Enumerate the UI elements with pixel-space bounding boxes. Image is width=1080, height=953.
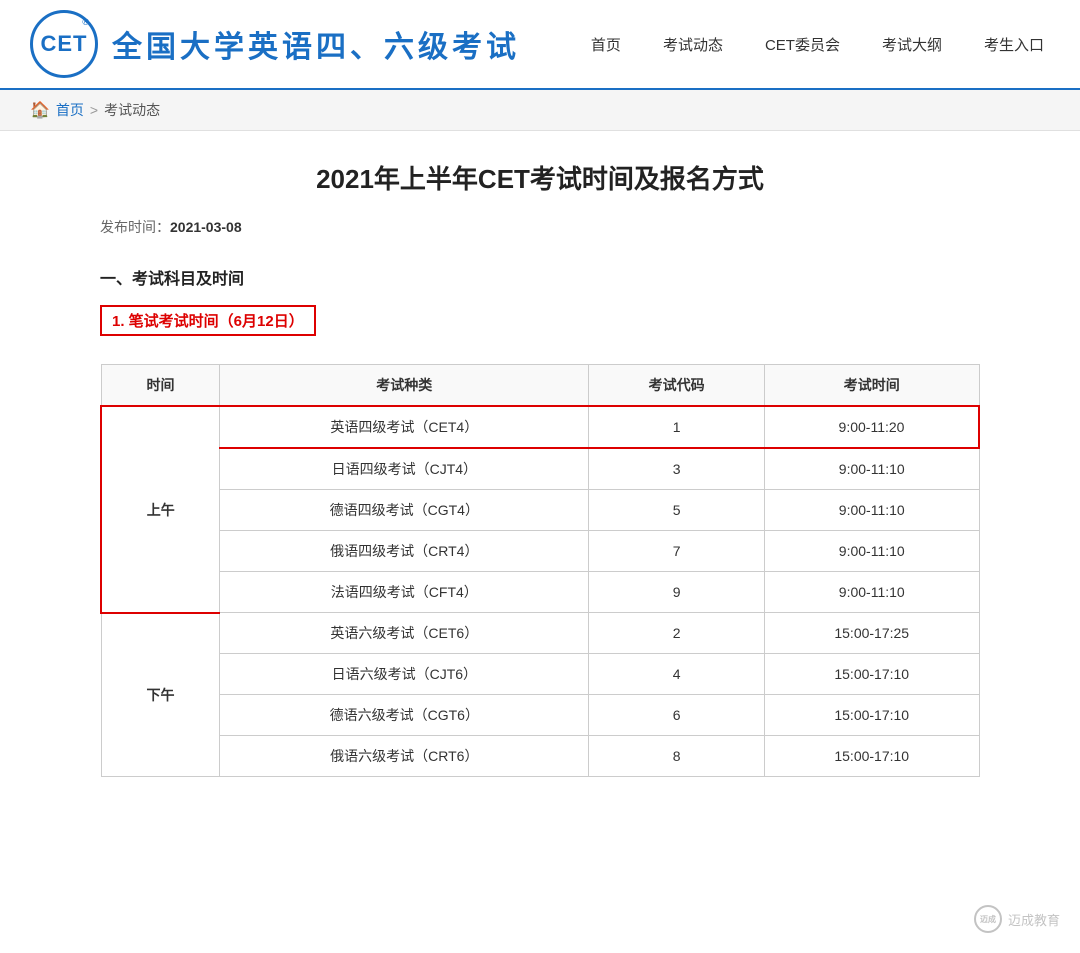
col-type: 考试种类: [220, 365, 589, 407]
table-row: 日语六级考试（CJT6）415:00-17:10: [101, 654, 979, 695]
subsection1-label: 1. 笔试考试时间（6月12日）: [100, 305, 316, 336]
exam-code-cell: 4: [589, 654, 765, 695]
exam-code-cell: 6: [589, 695, 765, 736]
exam-time-cell: 9:00-11:10: [764, 490, 979, 531]
publish-info: 发布时间：2021-03-08: [100, 217, 980, 237]
exam-time-cell: 9:00-11:10: [764, 531, 979, 572]
breadcrumb-home-link[interactable]: 首页: [56, 100, 84, 120]
exam-time-cell: 9:00-11:20: [764, 406, 979, 448]
col-time: 考试时间: [764, 365, 979, 407]
exam-time-cell: 15:00-17:10: [764, 654, 979, 695]
watermark-logo: 迈成: [974, 905, 1002, 933]
exam-code-cell: 8: [589, 736, 765, 777]
exam-type-cell: 日语六级考试（CJT6）: [220, 654, 589, 695]
nav-syllabus[interactable]: 考试大纲: [876, 30, 948, 59]
main-nav: 首页 考试动态 CET委员会 考试大纲 考生入口: [585, 30, 1050, 59]
site-header: ® CET 全国大学英语四、六级考试 首页 考试动态 CET委员会 考试大纲 考…: [0, 0, 1080, 90]
exam-code-cell: 9: [589, 572, 765, 613]
exam-time-cell: 9:00-11:10: [764, 448, 979, 490]
table-row: 德语六级考试（CGT6）615:00-17:10: [101, 695, 979, 736]
table-row: 上午英语四级考试（CET4）19:00-11:20: [101, 406, 979, 448]
exam-code-cell: 5: [589, 490, 765, 531]
exam-code-cell: 3: [589, 448, 765, 490]
table-row: 下午英语六级考试（CET6）215:00-17:25: [101, 613, 979, 654]
exam-time-cell: 15:00-17:10: [764, 736, 979, 777]
exam-code-cell: 2: [589, 613, 765, 654]
col-code: 考试代码: [589, 365, 765, 407]
exam-type-cell: 德语六级考试（CGT6）: [220, 695, 589, 736]
home-icon: 🏠: [30, 100, 50, 120]
watermark-text: 迈成教育: [1008, 910, 1060, 929]
section1-title: 一、考试科目及时间: [100, 265, 980, 289]
exam-type-cell: 法语四级考试（CFT4）: [220, 572, 589, 613]
exam-time-cell: 15:00-17:10: [764, 695, 979, 736]
nav-home[interactable]: 首页: [585, 30, 627, 59]
main-content: 2021年上半年CET考试时间及报名方式 发布时间：2021-03-08 一、考…: [60, 131, 1020, 827]
exam-table: 时间 考试种类 考试代码 考试时间 上午英语四级考试（CET4）19:00-11…: [100, 364, 980, 777]
publish-date: 2021-03-08: [170, 219, 242, 235]
table-header-row: 时间 考试种类 考试代码 考试时间: [101, 365, 979, 407]
breadcrumb-current: 考试动态: [104, 100, 160, 120]
table-row: 法语四级考试（CFT4）99:00-11:10: [101, 572, 979, 613]
col-period: 时间: [101, 365, 220, 407]
nav-cet-committee[interactable]: CET委员会: [759, 30, 846, 59]
table-row: 德语四级考试（CGT4）59:00-11:10: [101, 490, 979, 531]
exam-type-cell: 英语四级考试（CET4）: [220, 406, 589, 448]
nav-examinee[interactable]: 考生入口: [978, 30, 1050, 59]
period-cell-afternoon: 下午: [101, 613, 220, 777]
exam-type-cell: 俄语四级考试（CRT4）: [220, 531, 589, 572]
exam-time-cell: 15:00-17:25: [764, 613, 979, 654]
exam-type-cell: 日语四级考试（CJT4）: [220, 448, 589, 490]
article-title: 2021年上半年CET考试时间及报名方式: [100, 161, 980, 197]
nav-exam-news[interactable]: 考试动态: [657, 30, 729, 59]
publish-label: 发布时间：: [100, 219, 170, 235]
table-row: 日语四级考试（CJT4）39:00-11:10: [101, 448, 979, 490]
site-title: 全国大学英语四、六级考试: [112, 22, 520, 66]
breadcrumb: 🏠 首页 > 考试动态: [0, 90, 1080, 131]
logo-cet-text: CET: [41, 31, 88, 57]
logo-circle: ® CET: [30, 10, 98, 78]
exam-code-cell: 1: [589, 406, 765, 448]
exam-time-cell: 9:00-11:10: [764, 572, 979, 613]
exam-type-cell: 英语六级考试（CET6）: [220, 613, 589, 654]
period-cell-morning: 上午: [101, 406, 220, 613]
exam-type-cell: 俄语六级考试（CRT6）: [220, 736, 589, 777]
exam-code-cell: 7: [589, 531, 765, 572]
watermark: 迈成 迈成教育: [974, 905, 1060, 933]
breadcrumb-separator: >: [90, 102, 98, 118]
table-row: 俄语六级考试（CRT6）815:00-17:10: [101, 736, 979, 777]
header-logo-area: ® CET 全国大学英语四、六级考试: [30, 10, 520, 78]
logo-reg: ®: [82, 17, 89, 27]
exam-type-cell: 德语四级考试（CGT4）: [220, 490, 589, 531]
table-row: 俄语四级考试（CRT4）79:00-11:10: [101, 531, 979, 572]
